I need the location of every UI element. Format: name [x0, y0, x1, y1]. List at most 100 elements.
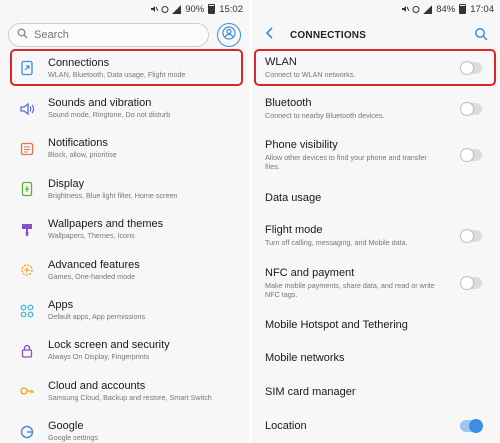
connections-item-wlan[interactable]: WLAN Connect to WLAN networks. — [252, 48, 500, 88]
app-bar: CONNECTIONS — [252, 20, 500, 50]
nfc-toggle[interactable] — [460, 276, 482, 290]
connections-panel: 84% 17:04 CONNECTIONS WLAN Connect to WLA… — [252, 0, 500, 443]
status-icons — [150, 4, 182, 14]
item-subtitle: Games, One-handed mode — [48, 271, 136, 281]
mute-icon — [401, 5, 410, 13]
item-subtitle: Brightness, Blue light filter, Home scre… — [48, 190, 178, 200]
apps-icon — [18, 302, 36, 320]
item-subtitle: Wallpapers, Themes, Icons — [48, 231, 135, 241]
item-subtitle: WLAN, Bluetooth, Data usage, Flight mode — [48, 69, 186, 79]
phone-visibility-toggle[interactable] — [460, 148, 482, 162]
connections-item-flight-mode[interactable]: Flight mode Turn off calling, messaging, … — [252, 215, 500, 257]
item-title: Connections — [48, 56, 110, 69]
location-toggle[interactable] — [460, 419, 483, 433]
settings-item-apps[interactable]: Apps Default apps, App permissions — [0, 290, 249, 330]
connections-item-data-usage[interactable]: Data usage — [252, 181, 500, 215]
settings-panel: 90% 15:02 ConnectionsWLAN, Bluetooth, Da… — [0, 0, 249, 443]
item-subtitle: Samsung Cloud, Backup and restore, Smart… — [48, 392, 212, 402]
settings-item-cloud[interactable]: Cloud and accounts Samsung Cloud, Backup … — [0, 371, 249, 411]
settings-item-sounds[interactable]: Sounds and vibration Sound mode, Ringtone… — [0, 88, 249, 128]
alarm-icon — [412, 5, 420, 13]
settings-item-wallpapers[interactable]: Wallpapers and themes Wallpapers, Themes,… — [0, 210, 249, 250]
item-title: Bluetooth — [265, 96, 312, 109]
search-icon — [474, 28, 488, 45]
back-button[interactable] — [262, 27, 278, 43]
item-title: Notifications — [48, 137, 108, 150]
connections-item-bluetooth[interactable]: Bluetooth Connect to nearby Bluetooth dev… — [252, 88, 500, 129]
status-icons — [401, 4, 433, 14]
item-title: Cloud and accounts — [48, 379, 146, 392]
settings-item-display[interactable]: Display Brightness, Blue light filter, Ho… — [0, 169, 249, 209]
item-subtitle: Google settings — [48, 433, 98, 443]
item-title: Google — [48, 420, 84, 433]
connections-list: WLAN Connect to WLAN networks. Bluetooth C… — [252, 48, 500, 443]
connections-item-location[interactable]: Location — [252, 409, 500, 443]
settings-item-connections[interactable]: Connections WLAN, Bluetooth, Data usage, … — [0, 48, 249, 88]
item-title: SIM card manager — [265, 385, 356, 398]
account-button[interactable] — [217, 23, 241, 47]
signal-icon — [172, 4, 182, 14]
item-title: Data usage — [265, 191, 322, 204]
toggle-knob — [469, 419, 483, 433]
toggle-knob — [460, 276, 474, 290]
settings-list: Connections WLAN, Bluetooth, Data usage, … — [0, 48, 249, 443]
settings-item-advanced[interactable]: Advanced features Games, One-handed mode — [0, 250, 249, 290]
battery-icon — [208, 4, 216, 14]
item-subtitle: Turn off calling, messaging, and Mobile … — [265, 238, 408, 248]
flight-mode-toggle[interactable] — [460, 229, 482, 243]
item-title: Sounds and vibration — [48, 97, 152, 110]
settings-item-notifications[interactable]: Notifications Block, allow, prioritise — [0, 129, 249, 169]
wlan-toggle[interactable] — [460, 61, 482, 75]
battery-percent: 90% — [185, 3, 205, 15]
notifications-icon — [18, 140, 36, 158]
mute-icon — [150, 5, 159, 13]
bluetooth-toggle[interactable] — [460, 101, 482, 116]
clock: 17:04 — [470, 3, 494, 15]
search-bar[interactable] — [8, 23, 209, 47]
signal-icon — [423, 4, 433, 14]
brush-icon — [18, 221, 36, 239]
connections-item-mobile-networks[interactable]: Mobile networks — [252, 341, 500, 375]
item-subtitle: Connect to WLAN networks. — [265, 70, 356, 80]
lock-icon — [18, 342, 36, 360]
item-title: Advanced features — [48, 258, 140, 271]
item-title: Display — [48, 177, 85, 190]
item-title: WLAN — [265, 56, 297, 69]
item-subtitle: Default apps, App permissions — [48, 312, 146, 322]
connections-item-hotspot[interactable]: Mobile Hotspot and Tethering — [252, 309, 500, 341]
battery-icon — [459, 4, 467, 14]
toggle-knob — [460, 101, 474, 116]
alarm-icon — [161, 5, 169, 13]
chevron-left-icon — [265, 26, 275, 44]
connections-item-sim-manager[interactable]: SIM card manager — [252, 375, 500, 409]
item-title: Mobile Hotspot and Tethering — [265, 318, 408, 331]
battery-percent: 84% — [436, 3, 456, 15]
toggle-knob — [460, 229, 474, 243]
page-title: CONNECTIONS — [290, 29, 367, 41]
item-subtitle: Sound mode, Ringtone, Do not disturb — [48, 110, 171, 120]
toggle-knob — [460, 61, 474, 75]
gear-plus-icon — [18, 261, 36, 279]
toggle-knob — [460, 148, 474, 162]
item-title: Lock screen and security — [48, 339, 170, 352]
search-row — [0, 20, 249, 50]
key-icon — [18, 382, 36, 400]
status-bar: 84% 17:04 — [252, 0, 500, 18]
search-input[interactable] — [34, 29, 174, 41]
item-subtitle: Allow other devices to find your phone a… — [265, 152, 427, 172]
speaker-icon — [18, 100, 36, 118]
item-title: Apps — [48, 299, 74, 312]
settings-item-google[interactable]: Google Google settings — [0, 412, 249, 443]
item-title: Location — [265, 419, 307, 432]
connections-item-phone-visibility[interactable]: Phone visibility Allow other devices to f… — [252, 129, 500, 181]
connections-icon — [18, 59, 36, 77]
settings-item-lock-screen[interactable]: Lock screen and security Always On Displa… — [0, 331, 249, 371]
item-title: Flight mode — [265, 224, 323, 237]
google-icon — [18, 423, 36, 441]
item-title: Wallpapers and themes — [48, 218, 164, 231]
search-icon — [17, 26, 28, 44]
clock: 15:02 — [219, 3, 243, 15]
item-title: NFC and payment — [265, 266, 355, 279]
search-button[interactable] — [474, 27, 490, 43]
connections-item-nfc[interactable]: NFC and payment Make mobile payments, sha… — [252, 257, 500, 309]
